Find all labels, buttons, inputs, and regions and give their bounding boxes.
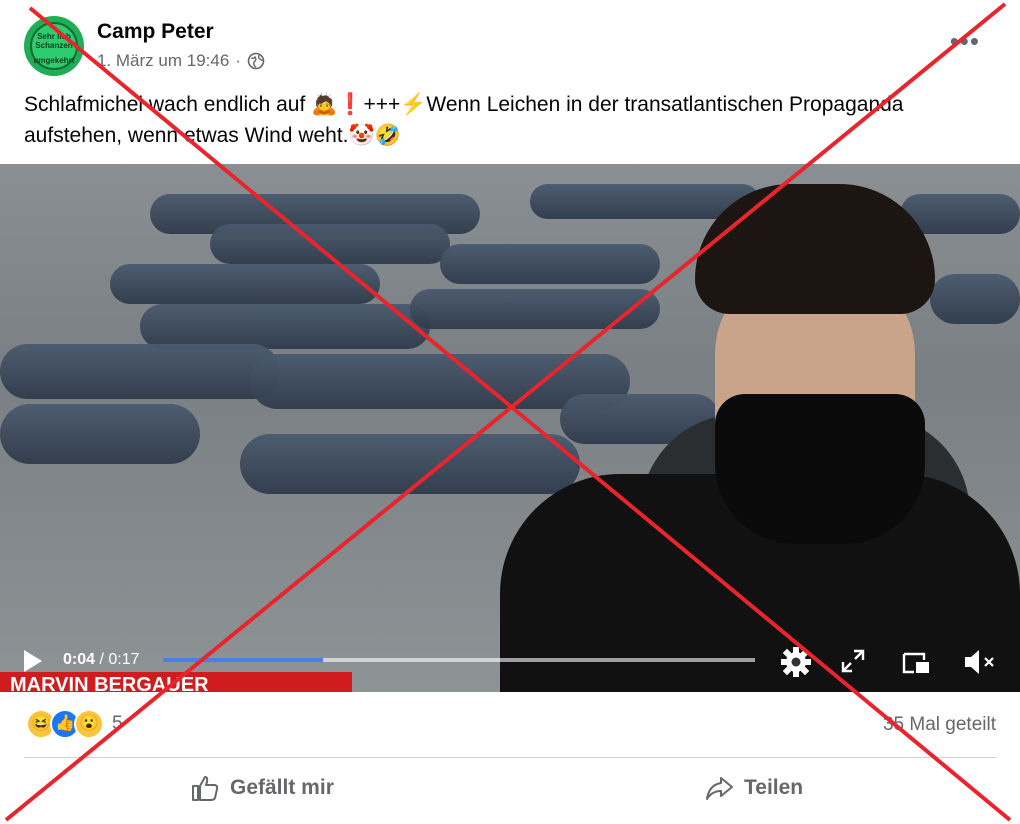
video-current-time: 0:04 [63,651,96,668]
video-figure [0,404,200,464]
video-reporter [500,174,1020,692]
post-timestamp[interactable]: 1. März um 19:46 [97,51,229,71]
page-name[interactable]: Camp Peter [97,20,214,44]
post-text: Schlafmichel wach endlich auf 🙇❗+++⚡Wenn… [24,89,984,151]
video-figure [110,264,380,304]
avatar[interactable]: Sehr lieb Schanzen umgekehrt [24,16,84,76]
video-figure [0,344,280,399]
reactions-summary[interactable]: 😆 👍 😮 5 [26,709,123,739]
divider [24,757,996,758]
video-reporter-part [695,184,935,314]
share-button[interactable]: Teilen [704,770,803,806]
video-reporter-part [715,394,925,544]
globe-icon [247,52,265,70]
post-meta: 1. März um 19:46 · [97,51,265,71]
video-duration: 0:17 [108,651,140,668]
play-icon[interactable] [24,650,42,672]
video-figure [210,224,450,264]
meta-separator: · [235,51,241,70]
avatar-text-bottom: umgekehrt [33,56,75,65]
video-time-separator: / [95,651,109,668]
picture-in-picture-icon[interactable] [900,646,932,678]
thumbs-up-icon [192,776,219,801]
mute-icon[interactable] [962,647,996,677]
video-controls: 0:04 / 0:17 [0,642,1020,682]
share-button-label: Teilen [744,776,804,799]
settings-icon[interactable] [780,646,812,678]
post-text-line: aufstehen, wenn etwas Wind weht.🤡🤣 [24,124,401,147]
post-text-line: Schlafmichel wach endlich auf 🙇❗+++⚡Wenn… [24,93,904,116]
video-progress-fill [163,658,323,662]
video-player[interactable]: MARVIN BERGAUER 0:04 / 0:17 [0,164,1020,692]
facebook-post: Sehr lieb Schanzen umgekehrt Camp Peter … [0,0,1020,824]
post-header: Sehr lieb Schanzen umgekehrt Camp Peter … [24,16,994,76]
fullscreen-icon[interactable] [840,648,866,674]
wow-icon: 😮 [74,709,104,739]
like-button[interactable]: Gefällt mir [190,770,334,806]
video-figure [140,304,430,349]
avatar-text-top: Sehr lieb Schanzen [35,32,73,50]
video-progress-bar[interactable] [163,658,755,662]
reaction-count: 5 [112,713,123,734]
share-arrow-icon [706,777,733,800]
like-button-label: Gefällt mir [230,776,334,799]
share-count[interactable]: 35 Mal geteilt [883,714,996,736]
more-options-icon[interactable]: ••• [950,26,980,57]
video-time: 0:04 / 0:17 [63,651,140,669]
